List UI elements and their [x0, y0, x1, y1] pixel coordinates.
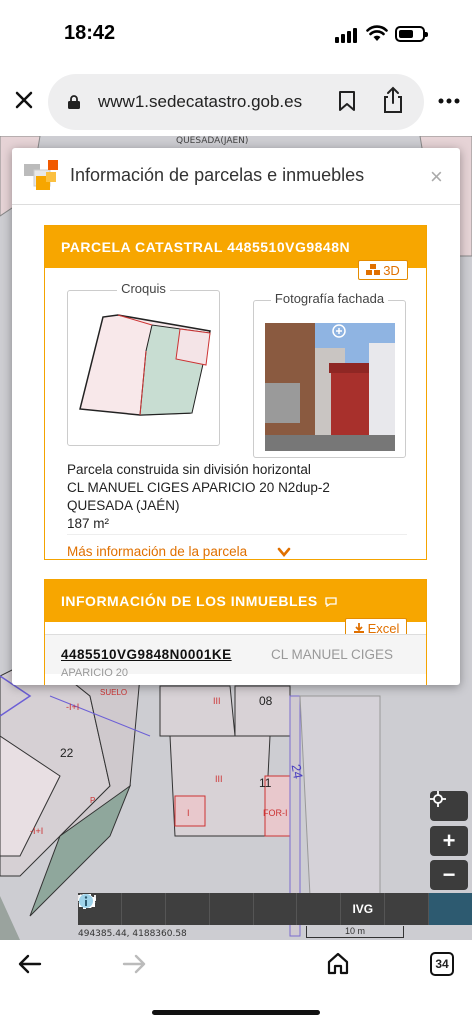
url-row: www1.sedecatastro.gob.es: [0, 68, 472, 136]
chat-icon: [325, 597, 337, 608]
3d-label: 3D: [383, 262, 400, 278]
parcel-panel: PARCELA CATASTRAL 4485510VG9848N 3D Croq…: [44, 225, 427, 560]
close-icon[interactable]: [12, 88, 36, 112]
status-bar: 18:42: [0, 0, 472, 68]
crosshair-icon: [430, 791, 446, 807]
map-label: 24: [288, 763, 306, 780]
cubes-icon: [366, 264, 381, 275]
map-label: SUELO: [100, 688, 128, 697]
measure-button[interactable]: [78, 893, 254, 925]
map-label: III: [215, 774, 223, 784]
parcel-type: Parcela construida sin división horizont…: [67, 462, 311, 477]
info-icon: [79, 894, 93, 908]
map-label: -I+I: [30, 826, 44, 836]
bookmark-icon[interactable]: [338, 90, 356, 112]
parcel-info-text: Parcela construida sin división horizont…: [67, 461, 330, 533]
3d-map-button[interactable]: [79, 893, 430, 925]
home-indicator: [152, 1010, 320, 1015]
more-parcel-info-link[interactable]: Más información de la parcela: [67, 544, 247, 559]
scale-bar: 10 m: [306, 926, 404, 938]
signal-icon: [335, 27, 359, 43]
facade-photo-box[interactable]: Fotografía fachada: [253, 291, 406, 458]
address-bar[interactable]: www1.sedecatastro.gob.es: [48, 74, 424, 130]
home-icon[interactable]: [326, 951, 350, 975]
inmuebles-panel: INFORMACIÓN DE LOS INMUEBLES Excel 44855…: [44, 579, 427, 685]
parcel-area: 187 m²: [67, 516, 110, 531]
foto-label: Fotografía fachada: [254, 291, 405, 306]
download-icon: [353, 623, 364, 633]
url-text: www1.sedecatastro.gob.es: [98, 92, 303, 111]
parking-button[interactable]: [83, 893, 342, 925]
tabs-button[interactable]: 34: [430, 952, 454, 976]
divider: [12, 204, 460, 205]
zoom-in-button[interactable]: +: [430, 826, 468, 856]
3d-view-button[interactable]: 3D: [358, 260, 408, 280]
status-time: 18:42: [64, 22, 116, 44]
lock-icon: [68, 95, 80, 109]
parcel-address: CL MANUEL CIGES APARICIO 20 N2dup-2: [67, 480, 330, 495]
croquis-label: Croquis: [68, 281, 219, 296]
map-label: 11: [259, 776, 272, 790]
back-arrow-icon[interactable]: [18, 954, 42, 974]
share-icon[interactable]: [382, 86, 404, 114]
map-label: P: [90, 796, 96, 805]
dialog-title: Información de parcelas e inmuebles: [70, 165, 365, 185]
parcel-locality: QUESADA (JAÉN): [67, 498, 180, 513]
forward-arrow-icon[interactable]: [122, 954, 146, 974]
map-label: III: [213, 696, 221, 706]
inmueble-address-cont: APARICIO 20: [61, 667, 129, 679]
inmueble-reference-link[interactable]: 4485510VG9848N0001KE: [61, 647, 232, 662]
divider: [67, 534, 407, 535]
map-toolbar: IVG: [78, 893, 472, 925]
catastro-logo: [24, 160, 58, 190]
facade-image: [265, 323, 395, 451]
browser-bottom-bar: 34: [0, 940, 472, 1024]
battery-icon: [395, 26, 428, 42]
coordinates-readout: 494385.44, 4188360.58: [78, 929, 187, 939]
wifi-icon: [366, 25, 388, 41]
map-label: -I+I: [66, 702, 80, 712]
inmueble-address: CL MANUEL CIGES: [271, 647, 394, 662]
map-label: FOR-I: [263, 808, 288, 818]
map-label: 22: [60, 746, 74, 760]
map-top-label: QUESADA(JAEN): [176, 136, 249, 146]
parcel-info-dialog: Información de parcelas e inmuebles × PA…: [12, 148, 460, 685]
ivg-button[interactable]: IVG: [341, 893, 386, 925]
layers-button[interactable]: [78, 893, 210, 925]
inmuebles-panel-header: INFORMACIÓN DE LOS INMUEBLES: [45, 580, 426, 622]
chevron-down-icon[interactable]: [277, 546, 291, 558]
info-button[interactable]: [79, 893, 472, 925]
zoom-out-button[interactable]: −: [430, 860, 468, 890]
print-button[interactable]: [79, 893, 298, 925]
search-button[interactable]: [79, 893, 166, 925]
map-label: 08: [259, 694, 273, 708]
table-row[interactable]: 4485510VG9848N0001KE CL MANUEL CIGES APA…: [45, 634, 426, 679]
more-icon[interactable]: [438, 98, 460, 104]
parcel-sketch: [79, 314, 211, 416]
locate-button[interactable]: [430, 791, 468, 821]
map-label: I: [187, 808, 190, 818]
close-dialog-button[interactable]: ×: [430, 164, 443, 190]
croquis-sketch[interactable]: Croquis: [67, 281, 220, 446]
facade-photo[interactable]: [265, 323, 395, 451]
